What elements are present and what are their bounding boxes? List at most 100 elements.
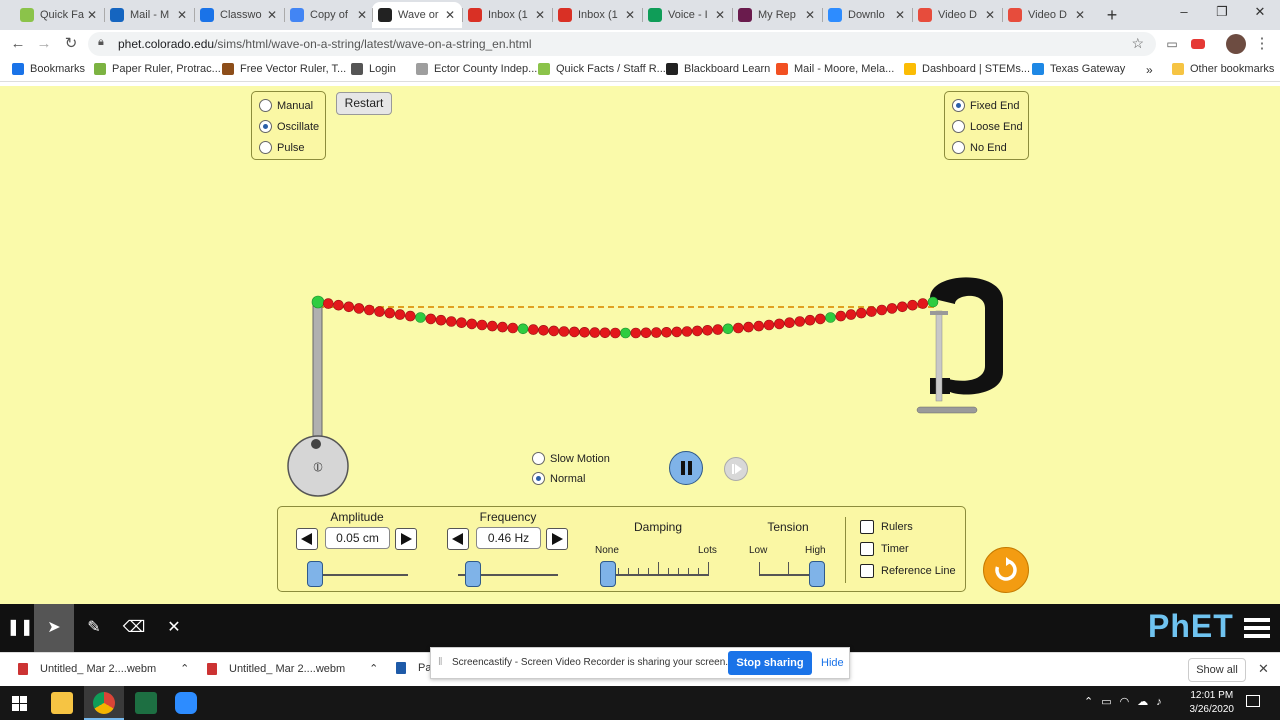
- step-button[interactable]: [724, 457, 748, 481]
- bookmark-item[interactable]: Free Vector Ruler, T...: [222, 63, 346, 75]
- extension-icon[interactable]: ▭: [1162, 34, 1182, 54]
- download-item[interactable]: Untitled_ Mar 2....webm ⌃: [18, 662, 189, 675]
- speed-slow-motion-radio[interactable]: [532, 452, 545, 465]
- browser-tab[interactable]: Copy of ✕: [284, 2, 374, 28]
- rulers-checkbox-row[interactable]: Rulers: [860, 520, 913, 534]
- reference-line-checkbox-row[interactable]: Reference Line: [860, 564, 956, 578]
- cast-cursor-icon[interactable]: ➤: [34, 604, 74, 652]
- drag-handle-icon[interactable]: ‖: [438, 656, 443, 668]
- tab-close-icon[interactable]: ✕: [624, 8, 636, 22]
- close-window-icon[interactable]: ✕: [1242, 4, 1278, 24]
- amplitude-decrease-button[interactable]: [296, 528, 318, 550]
- bookmark-item[interactable]: Quick Facts / Staff R...: [538, 63, 666, 75]
- tab-close-icon[interactable]: ✕: [444, 8, 456, 22]
- bookmark-item[interactable]: Blackboard Learn: [666, 63, 770, 75]
- cast-pen-icon[interactable]: ✎: [74, 604, 114, 652]
- excel-icon[interactable]: [135, 692, 157, 714]
- browser-tab[interactable]: Classwo ✕: [194, 2, 284, 28]
- reference-line-checkbox[interactable]: [860, 564, 874, 578]
- forward-icon[interactable]: →: [34, 34, 54, 54]
- chevron-up-icon[interactable]: ⌃: [369, 662, 378, 675]
- bookmark-item[interactable]: Texas Gateway: [1032, 63, 1125, 75]
- speed-normal-radio[interactable]: [532, 472, 545, 485]
- frequency-decrease-button[interactable]: [447, 528, 469, 550]
- browser-tab[interactable]: Video D ✕: [1002, 2, 1092, 28]
- back-icon[interactable]: ←: [8, 34, 28, 54]
- browser-tab[interactable]: Mail - M ✕: [104, 2, 194, 28]
- download-item[interactable]: Pa: [396, 662, 431, 674]
- bookmark-item[interactable]: Paper Ruler, Protrac...: [94, 63, 221, 75]
- bookmarks-overflow-icon[interactable]: »: [1146, 63, 1153, 77]
- address-bar[interactable]: 🔒︎ phet.colorado.edu/sims/html/wave-on-a…: [88, 32, 1156, 56]
- show-all-button[interactable]: Show all: [1188, 658, 1246, 682]
- left-arrow-icon: [452, 533, 463, 545]
- string-bead: [794, 316, 806, 327]
- bookmark-item[interactable]: Bookmarks: [12, 63, 85, 75]
- tab-close-icon[interactable]: ✕: [266, 8, 278, 22]
- rulers-checkbox[interactable]: [860, 520, 874, 534]
- close-downloads-icon[interactable]: ✕: [1258, 661, 1269, 677]
- cast-eraser-icon[interactable]: ⌫: [114, 604, 154, 652]
- amplitude-slider-thumb[interactable]: [306, 561, 323, 587]
- hide-link[interactable]: Hide: [821, 657, 844, 669]
- zoom-icon[interactable]: [175, 692, 197, 714]
- notifications-icon[interactable]: [1246, 695, 1260, 707]
- tab-close-icon[interactable]: ✕: [984, 8, 996, 22]
- timer-checkbox-row[interactable]: Timer: [860, 542, 909, 556]
- bookmark-item[interactable]: Dashboard | STEMs...: [904, 63, 1030, 75]
- download-name: Untitled_ Mar 2....webm: [229, 662, 346, 675]
- minimize-icon[interactable]: –: [1166, 4, 1202, 24]
- damping-slider-thumb[interactable]: [600, 561, 616, 587]
- phet-menu-icon[interactable]: [1244, 618, 1270, 638]
- amplitude-increase-button[interactable]: [395, 528, 417, 550]
- browser-tab[interactable]: Inbox (1 ✕: [462, 2, 552, 28]
- screencastify-extension-icon[interactable]: [1188, 34, 1208, 54]
- frequency-slider-thumb[interactable]: [465, 561, 481, 587]
- browser-tab[interactable]: My Rep ✕: [732, 2, 822, 28]
- tab-close-icon[interactable]: ✕: [356, 8, 368, 22]
- amplitude-slider-track[interactable]: [311, 574, 408, 576]
- taskbar-clock[interactable]: 12:01 PM 3/26/2020: [1190, 689, 1235, 717]
- download-item[interactable]: Untitled_ Mar 2....webm ⌃: [207, 662, 378, 675]
- tab-close-icon[interactable]: ✕: [894, 8, 906, 22]
- chevron-up-icon[interactable]: ⌃: [180, 662, 189, 675]
- other-bookmarks[interactable]: Other bookmarks: [1172, 63, 1274, 75]
- string-bead-marker[interactable]: [311, 295, 325, 309]
- browser-tab[interactable]: Voice - I ✕: [642, 2, 732, 28]
- browser-tab[interactable]: Video D ✕: [912, 2, 1002, 28]
- tab-close-icon[interactable]: ✕: [1074, 8, 1086, 22]
- speed-slow-motion[interactable]: Slow Motion: [532, 452, 610, 465]
- browser-tab[interactable]: Downlo ✕: [822, 2, 912, 28]
- menu-dots-icon[interactable]: ⋮: [1252, 34, 1272, 54]
- bookmark-star-icon[interactable]: ☆: [1131, 35, 1144, 52]
- screen-sharing-bar: ‖ Screencastify - Screen Video Recorder …: [430, 647, 850, 679]
- speed-normal[interactable]: Normal: [532, 472, 585, 485]
- browser-tab[interactable]: Wave or ✕: [372, 2, 462, 28]
- pause-button[interactable]: [669, 451, 703, 485]
- new-tab-button[interactable]: +: [1102, 5, 1122, 25]
- string-bead: [425, 313, 437, 325]
- browser-tab[interactable]: Quick Fa ✕: [14, 2, 104, 28]
- bookmark-item[interactable]: Login: [351, 63, 396, 75]
- bookmark-item[interactable]: Ector County Indep...: [416, 63, 537, 75]
- cast-close-icon[interactable]: ✕: [154, 604, 194, 652]
- windows-start-icon[interactable]: [12, 696, 28, 712]
- tab-close-icon[interactable]: ✕: [804, 8, 816, 22]
- maximize-icon[interactable]: ❐: [1204, 4, 1240, 24]
- bookmark-item[interactable]: Mail - Moore, Mela...: [776, 63, 894, 75]
- frequency-increase-button[interactable]: [546, 528, 568, 550]
- system-tray-icons[interactable]: ⌃▭◠☁♪: [1084, 695, 1170, 708]
- tab-close-icon[interactable]: ✕: [176, 8, 188, 22]
- profile-avatar[interactable]: [1226, 34, 1246, 54]
- reload-icon[interactable]: ↻: [61, 34, 81, 54]
- tab-close-icon[interactable]: ✕: [534, 8, 546, 22]
- damping-min-label: None: [595, 545, 619, 556]
- tension-slider-thumb[interactable]: [809, 561, 825, 587]
- timer-checkbox[interactable]: [860, 542, 874, 556]
- file-explorer-icon[interactable]: [51, 692, 73, 714]
- tab-close-icon[interactable]: ✕: [86, 8, 98, 22]
- browser-tab[interactable]: Inbox (1 ✕: [552, 2, 642, 28]
- reset-all-button[interactable]: [983, 547, 1029, 593]
- tab-close-icon[interactable]: ✕: [714, 8, 726, 22]
- stop-sharing-button[interactable]: Stop sharing: [728, 651, 812, 675]
